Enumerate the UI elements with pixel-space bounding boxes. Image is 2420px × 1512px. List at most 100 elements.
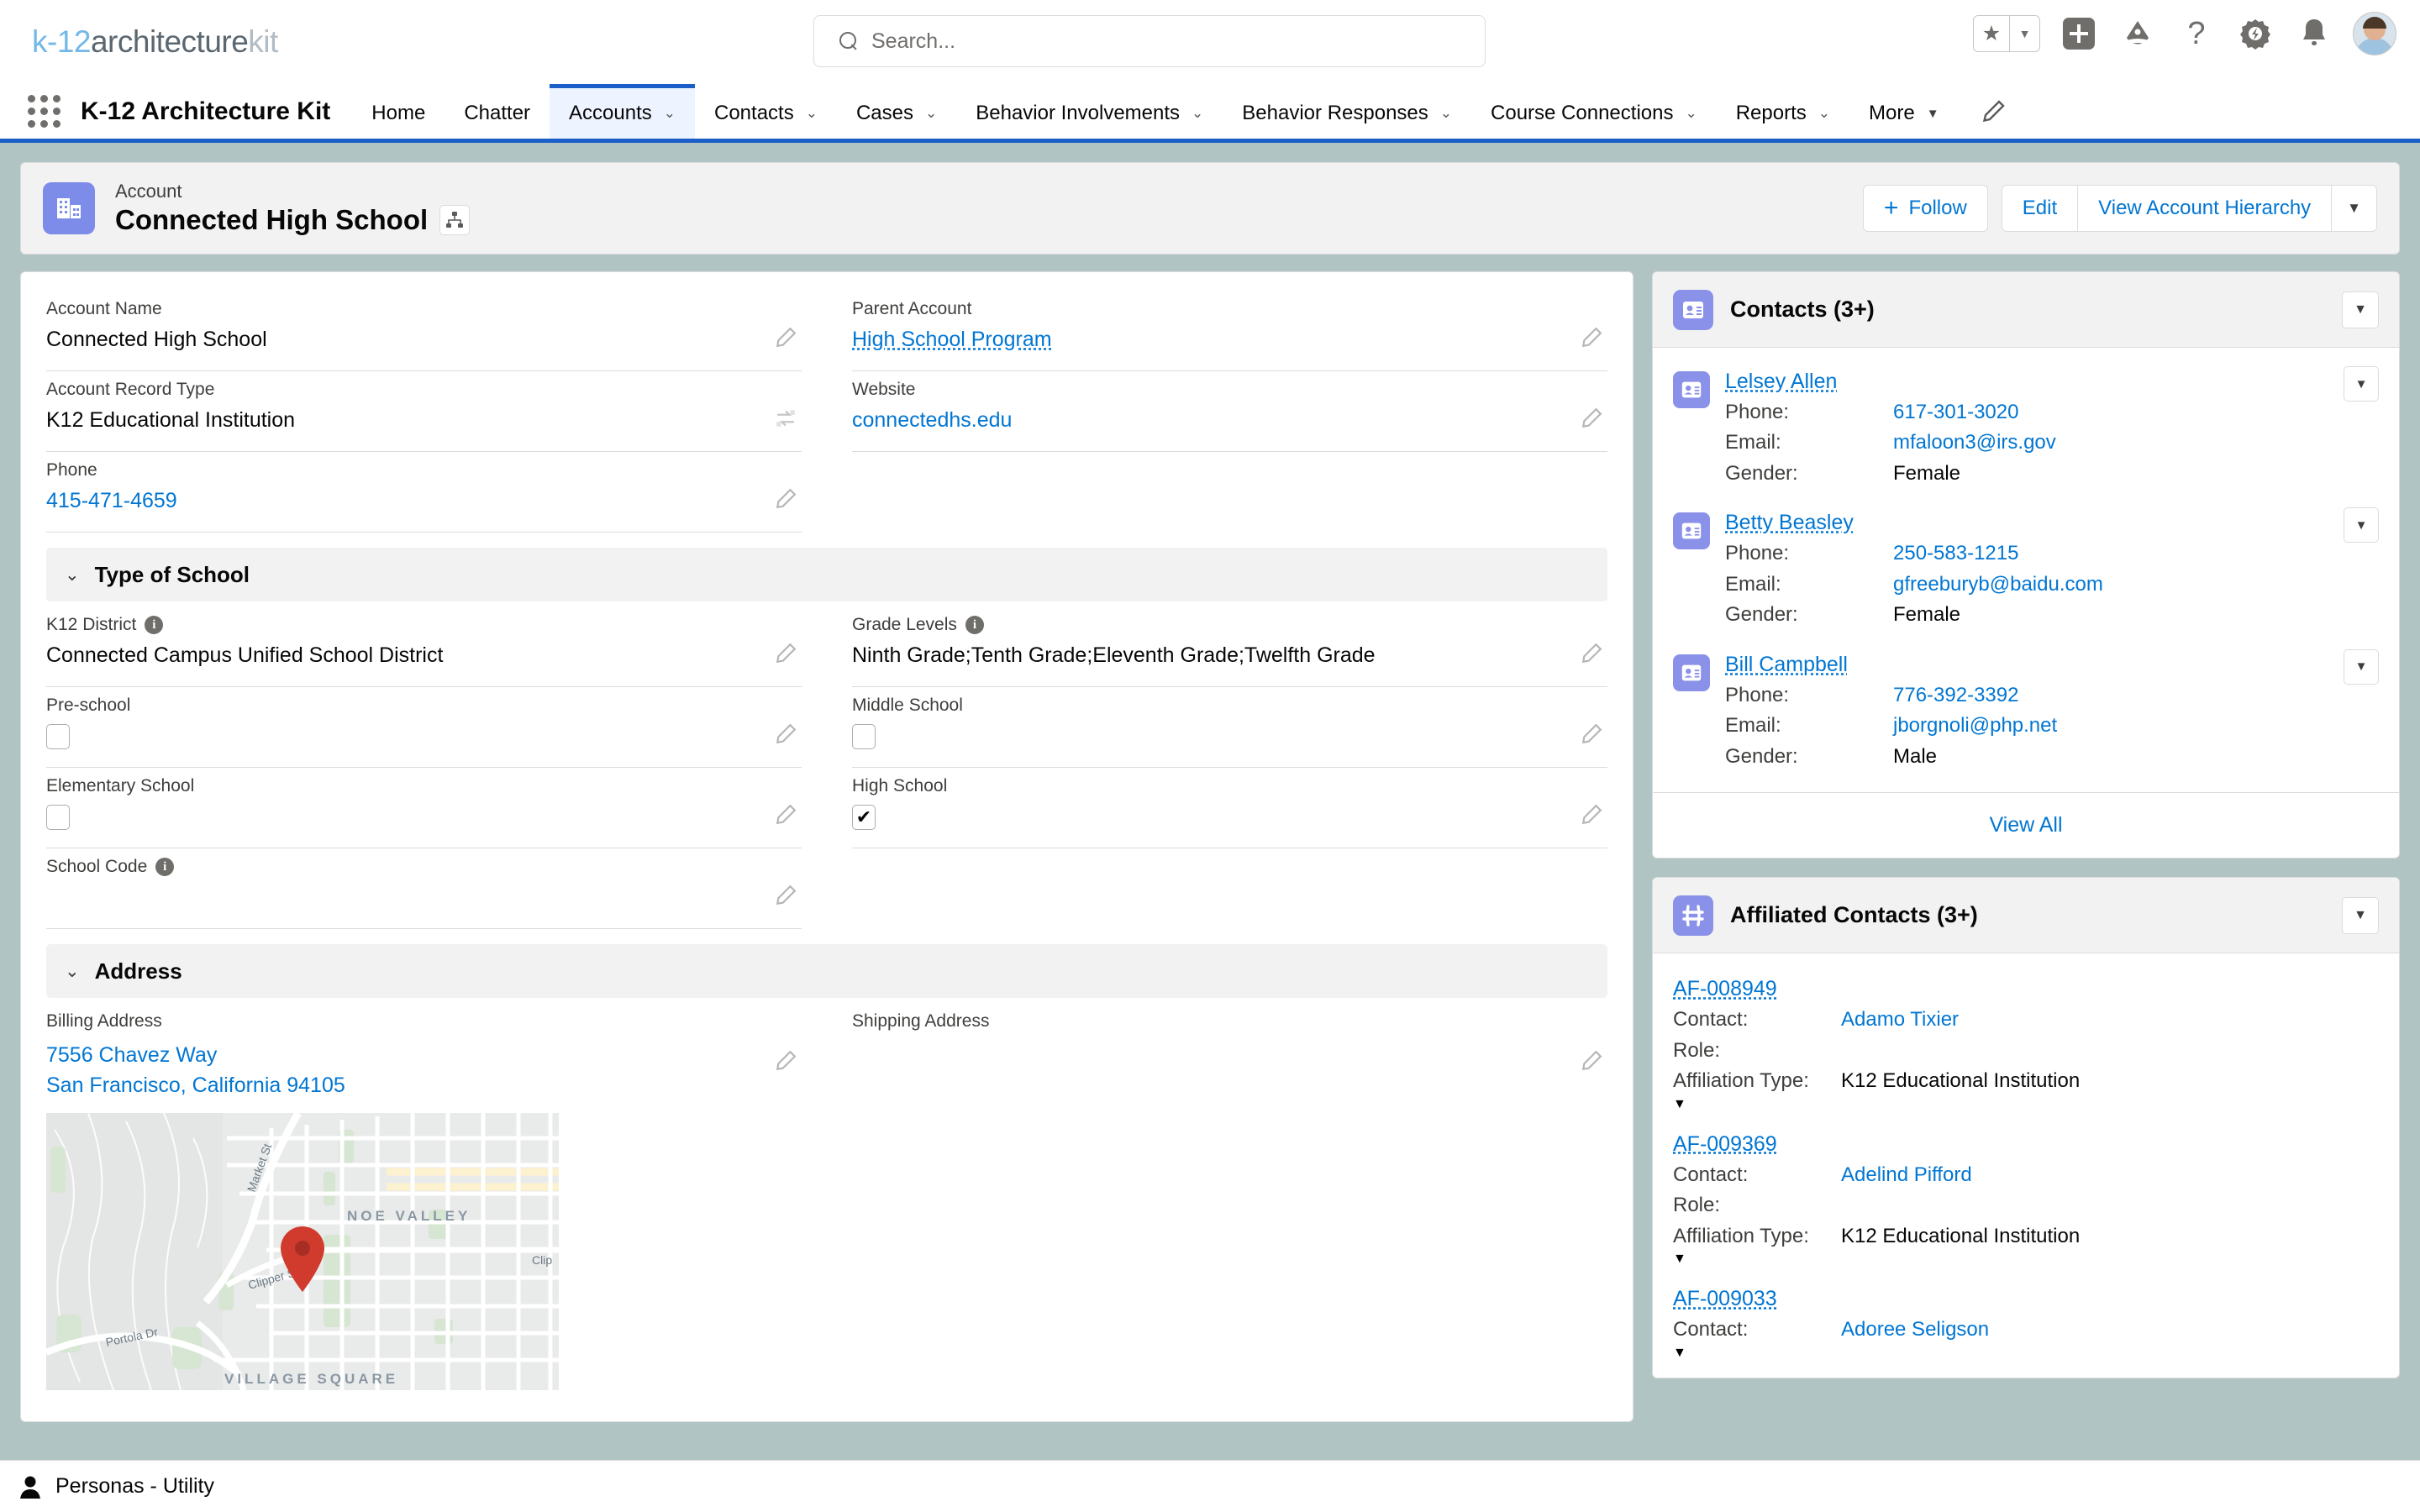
edit-navigation-button[interactable] [1959, 84, 2028, 139]
pencil-icon[interactable] [775, 643, 797, 664]
pencil-icon[interactable] [1581, 1050, 1602, 1072]
favorites-caret-icon[interactable]: ▼ [2009, 16, 2039, 51]
nav-tab-more[interactable]: More ▼ [1849, 84, 1959, 139]
chevron-down-icon[interactable]: ⌄ [925, 105, 937, 122]
gender-label: Gender: [1725, 603, 1798, 627]
chevron-down-icon[interactable]: ⌄ [1440, 105, 1452, 122]
field-label: Phone [46, 460, 97, 480]
nav-tab-chatter[interactable]: Chatter [445, 84, 550, 139]
section-header-type-of-school[interactable]: ⌄ Type of School [46, 548, 1607, 601]
nav-tab-behavior-involvements[interactable]: Behavior Involvements ⌄ [956, 84, 1223, 139]
favorites-group[interactable]: ★ ▼ [1973, 15, 2040, 52]
contact-name-link[interactable]: Bill Campbell [1725, 653, 1848, 677]
checkbox-middle-school[interactable] [852, 724, 876, 749]
notifications-button[interactable] [2294, 13, 2334, 54]
chevron-down-icon[interactable]: ⌄ [65, 564, 80, 585]
view-hierarchy-icon-button[interactable] [439, 204, 471, 235]
checkbox-elementary-school[interactable] [46, 805, 70, 830]
chevron-down-icon[interactable]: ⌄ [1192, 105, 1203, 122]
affiliated-contacts-card-menu-button[interactable]: ▼ [2342, 896, 2379, 934]
view-all-contacts-link[interactable]: View All [1989, 813, 2062, 837]
nav-tab-reports[interactable]: Reports ⌄ [1717, 84, 1849, 139]
contact-phone-value[interactable]: 250-583-1215 [1893, 538, 2018, 569]
contact-name-link[interactable]: Betty Beasley [1725, 511, 1854, 535]
pencil-icon[interactable] [775, 885, 797, 906]
pencil-icon[interactable] [1581, 643, 1602, 664]
contact-row-menu-button[interactable]: ▼ [2344, 648, 2379, 685]
app-launcher-button[interactable] [17, 84, 71, 139]
nav-tab-contacts-label: Contacts [714, 102, 794, 124]
contact-email-value[interactable]: mfaloon3@irs.gov [1893, 428, 2056, 458]
contact-gender-row: Gender: Male [1725, 742, 2057, 772]
field-value-billing-address[interactable]: 7556 Chavez Way San Francisco, Californi… [46, 1040, 802, 1101]
nav-tab-cases[interactable]: Cases ⌄ [837, 84, 956, 139]
pencil-icon[interactable] [775, 804, 797, 826]
contact-email-value[interactable]: jborgnoli@php.net [1893, 711, 2057, 741]
field-value-phone-link[interactable]: 415-471-4659 [46, 489, 802, 514]
global-search[interactable]: Search... [813, 15, 1486, 67]
view-account-hierarchy-button[interactable]: View Account Hierarchy [2078, 185, 2333, 232]
chevron-down-icon[interactable]: ⌄ [806, 105, 818, 122]
parent-account-link[interactable]: High School Program [852, 328, 1052, 351]
record-actions-menu-button[interactable]: ▼ [2332, 185, 2377, 232]
contact-row-menu-button[interactable]: ▼ [2344, 507, 2379, 543]
nav-tab-accounts[interactable]: Accounts ⌄ [550, 84, 695, 139]
pencil-icon[interactable] [1581, 327, 1602, 349]
add-button[interactable] [2059, 13, 2099, 54]
pencil-icon[interactable] [1581, 804, 1602, 826]
chevron-down-icon[interactable]: ⌄ [1818, 105, 1830, 122]
section-header-address[interactable]: ⌄ Address [46, 944, 1607, 998]
search-input[interactable]: Search... [813, 15, 1486, 67]
nav-tab-behavior-responses[interactable]: Behavior Responses ⌄ [1223, 84, 1471, 139]
utility-bar-item-personas[interactable]: Personas - Utility [55, 1474, 214, 1499]
pencil-icon[interactable] [775, 488, 797, 510]
affiliation-id-link[interactable]: AF-008949 [1673, 977, 1777, 1001]
info-icon[interactable]: i [965, 616, 984, 634]
billing-address-map[interactable]: Market St Clipper St Portola Dr NOE VALL… [46, 1112, 559, 1390]
checkbox-high-school[interactable]: ✔ [852, 805, 876, 830]
nav-tab-course-connections[interactable]: Course Connections ⌄ [1471, 84, 1717, 139]
billing-address-line1[interactable]: 7556 Chavez Way [46, 1040, 802, 1070]
contact-phone-value[interactable]: 617-301-3020 [1893, 397, 2018, 428]
contacts-card-menu-button[interactable]: ▼ [2342, 291, 2379, 328]
nav-tab-home[interactable]: Home [352, 84, 445, 139]
affiliation-id-link[interactable]: AF-009369 [1673, 1132, 1777, 1157]
edit-button[interactable]: Edit [2001, 185, 2079, 232]
pencil-icon[interactable] [775, 327, 797, 349]
nav-tab-contacts[interactable]: Contacts ⌄ [695, 84, 837, 139]
contact-phone-value[interactable]: 776-392-3392 [1893, 680, 2018, 711]
contact-row-menu-button[interactable]: ▼ [2344, 366, 2379, 402]
contact-email-value[interactable]: gfreeburyb@baidu.com [1893, 570, 2103, 600]
affiliated-contacts-card-header: Affiliated Contacts (3+) ▼ [1653, 878, 2399, 954]
caret-down-solid-icon[interactable]: ▼ [1927, 107, 1939, 121]
affiliation-row-menu-button[interactable]: ▼ [1673, 1346, 2379, 1361]
contact-name-link[interactable]: Lelsey Allen [1725, 370, 1837, 394]
affiliation-row-menu-button[interactable]: ▼ [1673, 1097, 2379, 1112]
chevron-down-icon[interactable]: ⌄ [1685, 105, 1697, 122]
field-value-website-link[interactable]: connectedhs.edu [852, 408, 1607, 433]
avatar[interactable] [2353, 12, 2396, 55]
affiliation-row-menu-button[interactable]: ▼ [1673, 1252, 2379, 1267]
chevron-down-icon[interactable]: ⌄ [65, 961, 80, 982]
pencil-icon[interactable] [775, 1050, 797, 1072]
pencil-icon[interactable] [775, 723, 797, 745]
info-icon[interactable]: i [145, 616, 164, 634]
chevron-down-icon[interactable]: ⌄ [664, 105, 676, 122]
affiliation-contact-value[interactable]: Adoree Seligson [1841, 1315, 1989, 1345]
help-button[interactable]: ? [2176, 13, 2217, 54]
change-record-type-icon[interactable] [775, 407, 797, 429]
info-icon[interactable]: i [155, 858, 175, 876]
pencil-icon[interactable] [1581, 407, 1602, 429]
affiliation-contact-value[interactable]: Adelind Pifford [1841, 1160, 1972, 1190]
trailhead-button[interactable] [2118, 13, 2158, 54]
checkbox-pre-school[interactable] [46, 724, 70, 749]
affiliation-contact-value[interactable]: Adamo Tixier [1841, 1005, 1959, 1035]
affiliation-id-link[interactable]: AF-009033 [1673, 1287, 1777, 1311]
follow-button[interactable]: + Follow [1862, 185, 1988, 232]
field-value: Connected Campus Unified School District [46, 643, 444, 667]
billing-address-line2[interactable]: San Francisco, California 94105 [46, 1070, 802, 1100]
favorites-star-icon[interactable]: ★ [1974, 16, 2009, 51]
field-value-parent-account[interactable]: High School Program [852, 328, 1607, 353]
setup-button[interactable] [2235, 13, 2275, 54]
pencil-icon[interactable] [1581, 723, 1602, 745]
